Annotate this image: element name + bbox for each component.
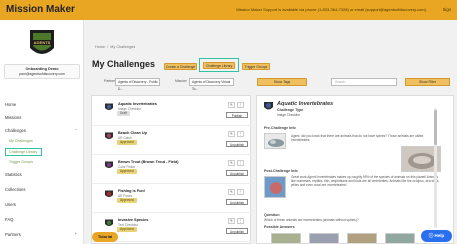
page-title: My Challenges <box>92 59 156 69</box>
support-notice: Mission Maker Support is available via p… <box>236 7 427 12</box>
trigger-groups-button[interactable]: Trigger Groups <box>242 63 270 70</box>
challenge-row[interactable]: Brown Trout (Brown Trout - Field) Color P… <box>92 157 252 184</box>
possible-answers-label: Possible Answers <box>264 225 295 229</box>
status-badge: Approved <box>117 198 137 203</box>
sidebar-item-home[interactable]: Home <box>5 102 16 107</box>
sidebar-item-challenge-library[interactable]: Challenge Library <box>9 150 37 154</box>
publish-button[interactable]: Unpublish <box>226 170 248 176</box>
challenge-row[interactable]: Fishing is Fun! AR Poses Approved ✎ ⋮ Unpubli… <box>92 186 252 213</box>
sidebar-item-partners[interactable]: Partners <box>5 232 21 237</box>
edit-icon[interactable]: ✎ <box>228 160 235 166</box>
more-icon[interactable]: ⋮ <box>237 189 244 195</box>
partner-label: Partner <box>104 79 116 83</box>
more-icon[interactable]: ⋮ <box>237 131 244 137</box>
help-label: Help <box>434 233 445 238</box>
publish-button[interactable]: Publish <box>226 112 248 118</box>
sidebar-item-missions[interactable]: Missions <box>5 115 21 120</box>
detail-type-value: Image Checklist <box>277 113 300 117</box>
breadcrumb: Home / My Challenges <box>95 45 136 49</box>
challenge-row[interactable]: Aquatic Invertebrates Image Checklist Draf… <box>92 99 252 126</box>
post-challenge-text: Great work Agent! Invertebrates makes up… <box>291 175 440 188</box>
sidebar-item-faq[interactable]: FAQ <box>5 217 13 222</box>
status-badge: Draft <box>117 111 130 116</box>
more-icon[interactable]: ⋮ <box>237 160 244 166</box>
post-challenge-image <box>264 176 286 198</box>
sidebar-item-trigger-groups[interactable]: Trigger Groups <box>9 160 33 164</box>
answer-image-4[interactable] <box>385 233 415 243</box>
sidebar-item-my-challenges[interactable]: My Challenges <box>9 139 33 143</box>
mission-label: Mission <box>175 79 187 83</box>
challenge-name[interactable]: Brown Trout (Brown Trout - Field) <box>118 160 179 164</box>
sidebar: AGENTS Onboarding Demo pam@agentsofdisco… <box>0 20 84 244</box>
show-filter-button[interactable]: Show Filter <box>405 78 450 86</box>
pre-challenge-text: Agent, did you know that there are anima… <box>291 134 424 143</box>
publish-button[interactable]: Unpublish <box>226 141 248 147</box>
status-badge: Approved <box>117 169 137 174</box>
row-tools: ✎ ⋮ <box>228 160 245 166</box>
help-button[interactable]: ⓘ Help <box>421 230 452 242</box>
chevron-up-icon[interactable]: − <box>75 127 77 132</box>
edit-icon[interactable]: ✎ <box>228 218 235 224</box>
sign-out-link[interactable]: Sign <box>443 7 451 12</box>
pre-challenge-image <box>264 133 286 149</box>
row-tools: ✎ ⋮ <box>228 189 245 195</box>
top-bar: Mission Maker Mission Maker Support is a… <box>0 0 457 20</box>
question-label: Question <box>264 213 280 217</box>
breadcrumb-home[interactable]: Home <box>95 45 105 49</box>
answer-image-3[interactable] <box>347 233 377 243</box>
challenge-list: Aquatic Invertebrates Image Checklist Draf… <box>91 95 252 244</box>
partner-select[interactable]: Agents of Discovery - Public D... <box>115 78 160 91</box>
question-text: Which of these animals are invertebrates… <box>264 218 359 222</box>
row-tools: ✎ ⋮ <box>228 102 245 108</box>
agents-logo-icon: AGENTS <box>30 30 54 54</box>
publish-button[interactable]: Unpublish <box>226 228 248 234</box>
edit-icon[interactable]: ✎ <box>228 131 235 137</box>
challenge-row[interactable]: Beach Clean Up AR Catch Approved ✎ ⋮ Unpublis… <box>92 128 252 155</box>
challenge-name[interactable]: Fishing is Fun! <box>118 189 145 193</box>
challenge-badge-icon <box>105 190 113 197</box>
more-icon[interactable]: ⋮ <box>237 102 244 108</box>
create-challenge-button[interactable]: Create a Challenge <box>164 63 197 70</box>
status-badge: Approved <box>117 140 137 145</box>
challenge-name[interactable]: Aquatic Invertebrates <box>118 102 157 106</box>
challenge-detail-panel: Aquatic Invertebrates Challenge Type Ima… <box>256 95 454 244</box>
challenge-library-button[interactable]: Challenge Library <box>203 62 235 69</box>
answer-image-1[interactable] <box>271 233 301 243</box>
breadcrumb-current: My Challenges <box>110 45 136 49</box>
challenge-name[interactable]: Invasive Species <box>118 218 148 222</box>
challenge-badge-icon <box>105 103 113 110</box>
sidebar-item-users[interactable]: Users <box>5 202 16 207</box>
row-tools: ✎ ⋮ <box>228 131 245 137</box>
sidebar-item-collections[interactable]: Collections <box>5 187 25 192</box>
publish-button[interactable]: Unpublish <box>226 199 248 205</box>
tutorial-button[interactable]: Tutorial <box>92 232 118 242</box>
detail-scrollbar[interactable] <box>434 108 437 228</box>
post-challenge-label: Post-Challenge Info <box>264 169 298 173</box>
answer-image-2[interactable] <box>309 233 339 243</box>
pre-challenge-label: Pre-Challenge Info <box>264 126 296 130</box>
search-input[interactable]: Search... <box>331 78 397 86</box>
edit-icon[interactable]: ✎ <box>228 102 235 108</box>
challenge-badge-icon <box>264 102 273 110</box>
logo-text: AGENTS <box>34 40 51 45</box>
challenge-badge-icon <box>105 219 113 226</box>
detail-type-label: Challenge Type <box>277 108 304 112</box>
sidebar-item-statistics[interactable]: Statistics <box>5 172 22 177</box>
user-email: pam@agentsofdiscovery.com <box>19 71 65 76</box>
status-badge: Approved <box>117 227 137 232</box>
edit-icon[interactable]: ✎ <box>228 189 235 195</box>
show-tags-button[interactable]: Show Tags <box>257 78 307 86</box>
user-profile-box[interactable]: Onboarding Demo pam@agentsofdiscovery.co… <box>4 64 80 79</box>
challenge-name[interactable]: Beach Clean Up <box>118 131 147 135</box>
chevron-down-icon[interactable]: + <box>75 231 77 236</box>
brand-title: Mission Maker <box>6 4 75 15</box>
more-icon[interactable]: ⋮ <box>237 218 244 224</box>
mission-select[interactable]: Agents of Discovery Virtual To... <box>189 78 234 91</box>
row-tools: ✎ ⋮ <box>228 218 245 224</box>
challenge-badge-icon <box>105 132 113 139</box>
challenge-badge-icon <box>105 161 113 168</box>
sidebar-item-challenges[interactable]: Challenges <box>5 128 26 133</box>
detail-title: Aquatic Invertebrates <box>277 101 334 107</box>
